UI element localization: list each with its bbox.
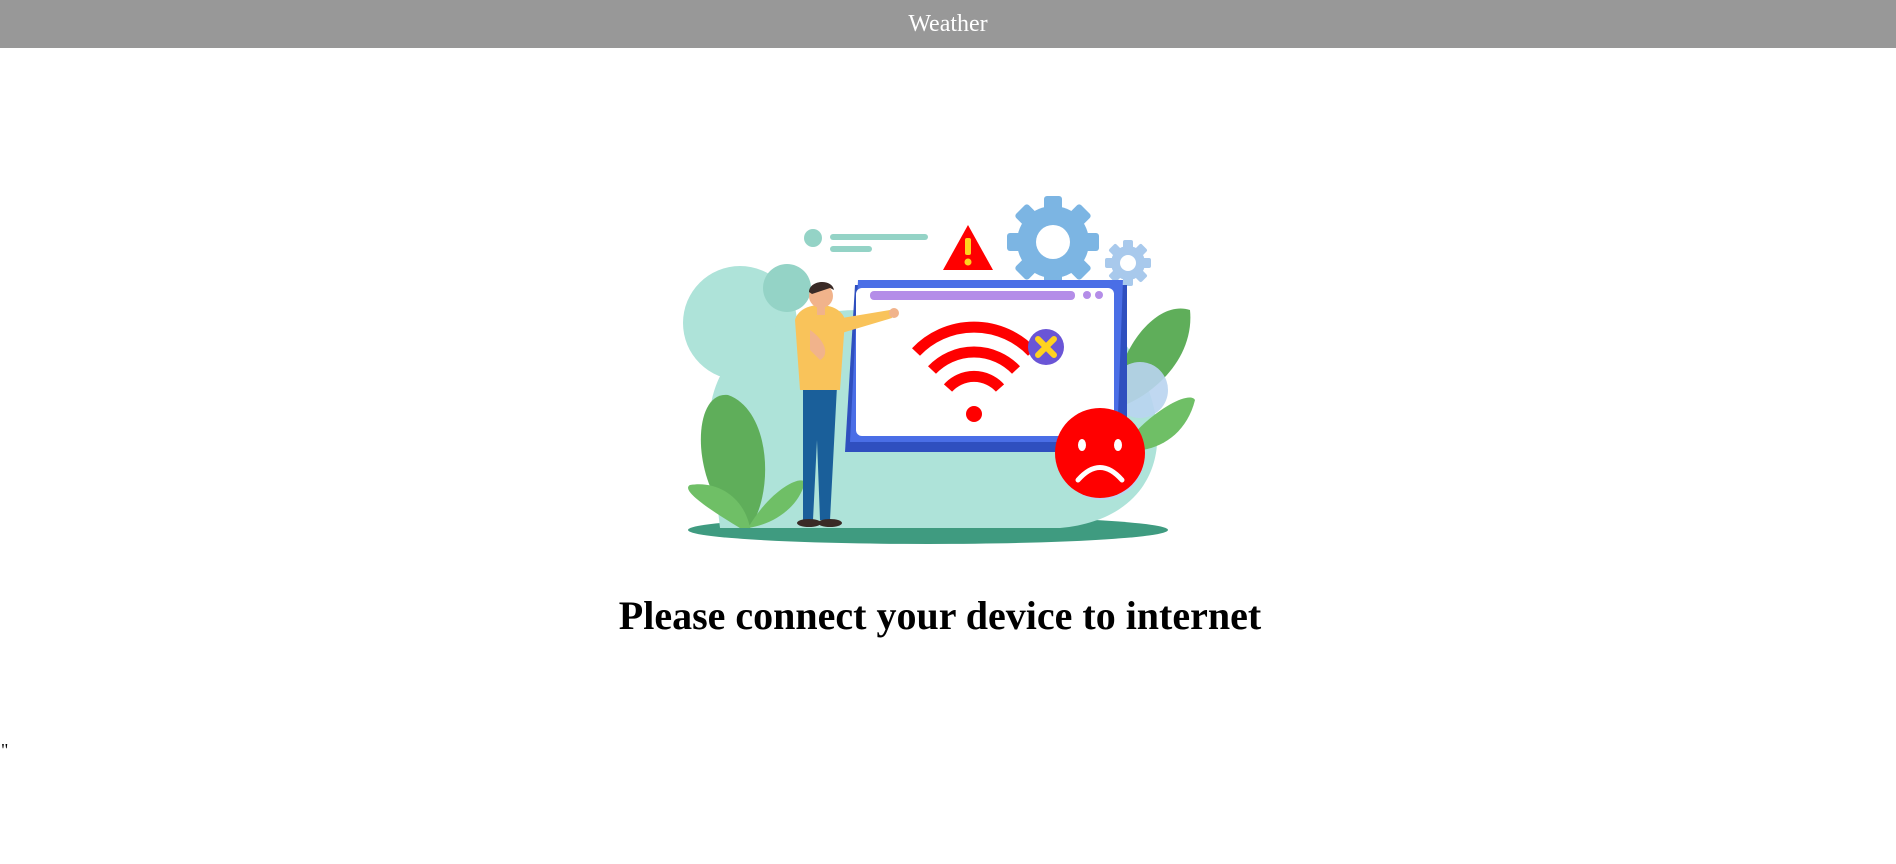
app-title: Weather	[908, 10, 988, 37]
decor-line-2	[830, 246, 872, 252]
warning-icon	[943, 225, 993, 270]
small-gear-icon	[1105, 240, 1151, 286]
decor-line-1	[830, 234, 928, 240]
decor-dot	[804, 229, 822, 247]
gear-icon	[1007, 196, 1099, 288]
close-icon	[1028, 329, 1064, 365]
header-bar: Weather	[0, 0, 1896, 48]
bg-blob-small	[763, 264, 811, 312]
no-connection-message: Please connect your device to internet	[618, 593, 1262, 638]
stray-quote-text: "	[1, 740, 9, 760]
no-internet-illustration	[683, 196, 1195, 544]
